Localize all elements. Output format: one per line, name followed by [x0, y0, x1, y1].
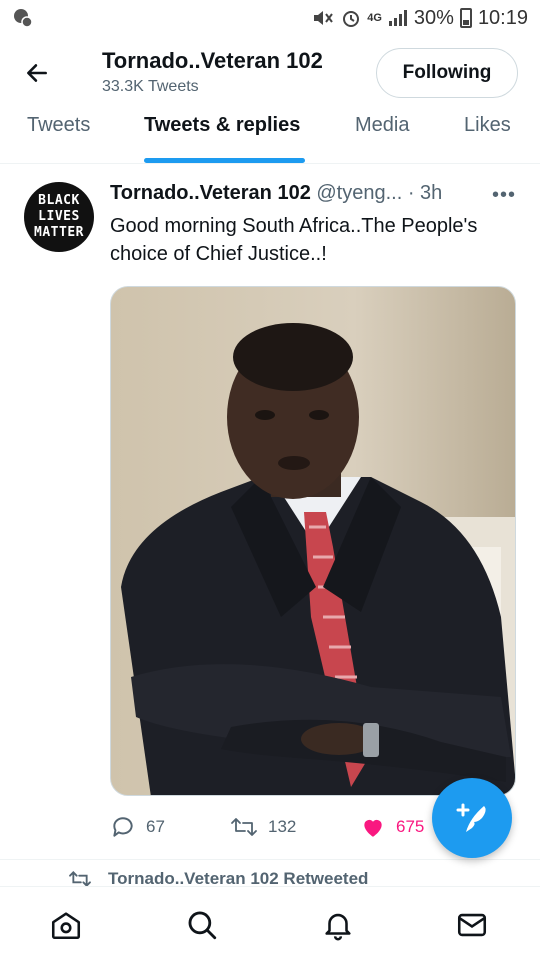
portrait-image — [111, 287, 515, 795]
back-button[interactable] — [22, 58, 52, 88]
network-type: 4G — [367, 12, 382, 24]
like-count: 675 — [396, 817, 425, 836]
arrow-left-icon — [27, 64, 47, 82]
profile-name: Tornado..Veteran 102 — [102, 48, 323, 73]
nav-notifications[interactable] — [320, 907, 356, 943]
like-button[interactable]: 675 — [360, 814, 424, 840]
reply-button[interactable]: 67 — [110, 814, 165, 840]
tweet-count: 33.3K Tweets — [102, 78, 199, 95]
search-icon — [188, 911, 217, 940]
tweet-author-name[interactable]: Tornado..Veteran 102 — [110, 182, 311, 204]
bottom-navigation — [0, 886, 540, 960]
heart-icon — [364, 819, 382, 837]
active-tab-indicator — [144, 158, 305, 163]
home-icon — [51, 912, 81, 940]
nav-search[interactable] — [184, 907, 220, 943]
reply-count: 67 — [146, 817, 165, 836]
tab-media[interactable]: Media — [355, 114, 409, 137]
signal-icon — [388, 10, 407, 26]
feather-plus-icon — [456, 803, 486, 832]
mail-icon — [457, 913, 487, 937]
avatar[interactable]: BLACK LIVES MATTER — [24, 182, 94, 252]
tweet-header: Tornado..Veteran 102 @tyeng... · 3h — [110, 182, 510, 205]
profile-tabs: Tweets Tweets & replies Media Likes — [0, 106, 540, 164]
alarm-icon — [343, 11, 360, 27]
battery-percent: 30% — [413, 6, 454, 29]
compose-tweet-button[interactable] — [432, 778, 512, 858]
tweet[interactable]: BLACK LIVES MATTER Tornado..Veteran 102 … — [0, 166, 540, 860]
more-options-button[interactable]: ••• — [492, 184, 516, 207]
clock: 10:19 — [477, 6, 528, 29]
nav-home[interactable] — [48, 907, 84, 943]
mute-icon — [314, 11, 334, 25]
tab-likes[interactable]: Likes — [464, 114, 511, 137]
avatar-text-line: MATTER — [34, 225, 84, 240]
tweet-handle[interactable]: @tyeng... — [316, 182, 402, 204]
following-button[interactable]: Following — [376, 48, 518, 98]
tab-tweets[interactable]: Tweets — [27, 114, 90, 137]
status-bar: 4G 30% 10:19 — [0, 0, 540, 36]
retweet-icon — [231, 818, 257, 836]
comment-icon — [113, 817, 133, 837]
battery-icon — [459, 8, 472, 28]
bell-icon — [325, 913, 351, 941]
tweet-time: · 3h — [407, 182, 443, 204]
avatar-text-line: LIVES — [38, 209, 80, 224]
retweet-button[interactable]: 132 — [230, 814, 296, 840]
tweet-photo[interactable] — [110, 286, 516, 796]
notification-icon — [14, 9, 33, 28]
tab-tweets-and-replies[interactable]: Tweets & replies — [144, 114, 300, 137]
profile-header: Tornado..Veteran 102 33.3K Tweets Follow… — [0, 40, 540, 106]
retweet-count: 132 — [268, 817, 297, 836]
avatar-text-line: BLACK — [38, 193, 80, 208]
nav-messages[interactable] — [454, 907, 490, 943]
tweet-text: Good morning South Africa..The People's … — [110, 215, 478, 265]
